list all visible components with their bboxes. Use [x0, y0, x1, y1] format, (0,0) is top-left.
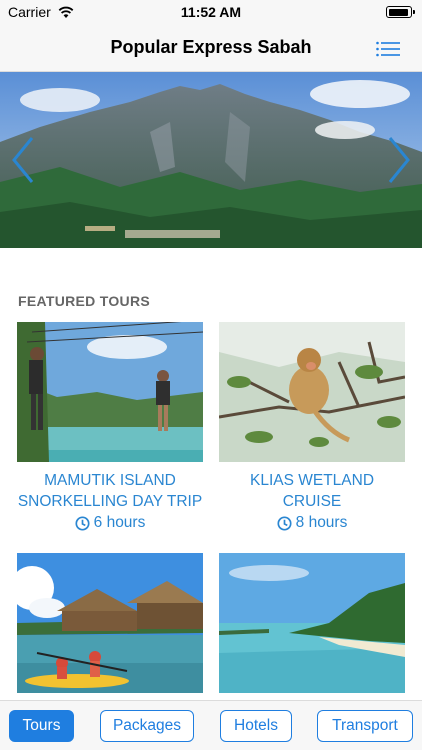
tab-packages[interactable]: Packages [100, 710, 194, 742]
duration-label: 8 hours [295, 514, 348, 531]
tour-title-line: SNORKELLING DAY TRIP [17, 493, 203, 510]
battery-icon [386, 6, 415, 18]
tour-title[interactable]: KLIAS WETLAND CRUISE [219, 470, 405, 512]
zipline-photo [17, 322, 203, 462]
navigation-bar: Popular Express Sabah [0, 24, 422, 72]
list-icon[interactable] [376, 41, 400, 57]
tour-card-mamutik[interactable]: MAMUTIK ISLAND SNORKELLING DAY TRIP 6 ho… [17, 322, 203, 534]
beach-photo [219, 553, 405, 693]
section-title: FEATURED TOURS [18, 293, 151, 309]
tour-duration: 6 hours [17, 512, 203, 534]
tour-card-kayak[interactable] [17, 553, 203, 693]
tour-card-klias[interactable]: KLIAS WETLAND CRUISE 8 hours [219, 322, 405, 534]
tab-hotels[interactable]: Hotels [220, 710, 292, 742]
clock-icon [75, 515, 90, 531]
hero-carousel[interactable] [0, 72, 422, 248]
chevron-left-icon[interactable] [8, 134, 38, 186]
mountain-banner-image [0, 72, 422, 248]
kayak-photo [17, 553, 203, 693]
tour-title[interactable]: MAMUTIK ISLAND SNORKELLING DAY TRIP [17, 470, 203, 512]
tour-title-line: KLIAS WETLAND CRUISE [249, 472, 375, 510]
status-bar: Carrier 11:52 AM [0, 0, 422, 24]
clock-icon [277, 515, 292, 531]
duration-label: 6 hours [93, 514, 146, 531]
tab-tours[interactable]: Tours [9, 710, 74, 742]
proboscis-monkey-photo [219, 322, 405, 462]
status-time: 11:52 AM [180, 4, 242, 20]
page-title: Popular Express Sabah [110, 37, 312, 57]
bottom-tab-bar: Tours Packages Hotels Transport [0, 700, 422, 750]
chevron-right-icon[interactable] [384, 134, 414, 186]
tour-card-island[interactable] [219, 553, 405, 693]
tab-transport[interactable]: Transport [317, 710, 413, 742]
tour-title-line: MAMUTIK ISLAND [44, 472, 176, 489]
tour-duration: 8 hours [219, 512, 405, 534]
